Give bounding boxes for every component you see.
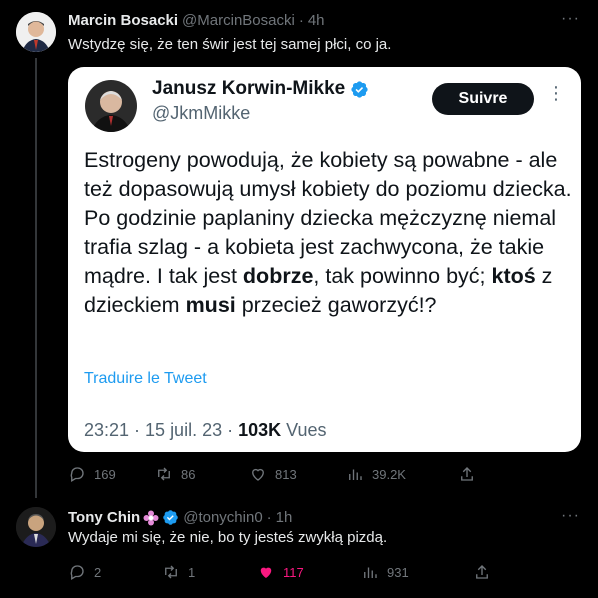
reply-button[interactable]: 2 (68, 563, 162, 581)
share-button[interactable] (473, 563, 491, 581)
quoted-text-bold: dobrze (242, 264, 314, 288)
quoted-avatar[interactable] (85, 80, 137, 132)
tweet-header: Tony Chin @tonychin0 · 1h (68, 509, 292, 526)
like-count: 813 (275, 466, 297, 482)
retweet-count: 1 (188, 564, 196, 580)
more-options-icon[interactable]: ··· (561, 10, 580, 28)
retweet-count: 86 (181, 466, 196, 482)
quoted-text-bold: ktoś (491, 264, 536, 288)
quoted-author-row: Janusz Korwin-Mikke (152, 78, 369, 100)
heart-icon (252, 468, 264, 481)
tweet-tony[interactable]: Tony Chin @tonychin0 · 1h ··· Wydaje mi … (0, 495, 598, 598)
quoted-views-label: Vues (281, 420, 327, 440)
tweet-actions: 2 1 117 931 (68, 563, 498, 581)
views-button[interactable]: 931 (361, 563, 473, 581)
retweet-icon (158, 467, 170, 481)
avatar-image (16, 12, 56, 52)
views-count: 39.2K (372, 466, 406, 482)
quoted-tweet-text: Estrogeny powodują, że kobiety są powabn… (84, 146, 574, 320)
quoted-meta: 23:21 · 15 juil. 23 · 103K Vues (84, 420, 327, 441)
like-count: 117 (283, 564, 304, 580)
share-icon (476, 565, 488, 579)
reply-count: 2 (94, 564, 102, 580)
author-handle[interactable]: @tonychin0 (183, 509, 262, 526)
reply-icon (70, 565, 84, 580)
verified-badge-icon (351, 80, 368, 98)
quoted-avatar-image (85, 80, 137, 132)
retweet-button[interactable]: 1 (162, 563, 257, 581)
author-handle[interactable]: @MarcinBosacki (182, 12, 295, 29)
like-button[interactable]: 117 (257, 563, 361, 581)
tweet-actions: 169 86 813 39.2K (68, 465, 498, 483)
tweet-header: Marcin Bosacki @MarcinBosacki · 4h (68, 12, 325, 29)
like-button[interactable]: 813 (249, 465, 346, 483)
retweet-button[interactable]: 86 (155, 465, 249, 483)
more-options-icon[interactable]: ··· (561, 507, 580, 525)
quoted-text-part: przecież gaworzyć!? (235, 293, 437, 317)
translate-link[interactable]: Traduire le Tweet (84, 370, 207, 388)
avatar-image (16, 507, 56, 547)
separator-dot: · (298, 12, 304, 29)
share-icon (461, 467, 473, 481)
views-icon (349, 469, 362, 480)
quoted-views-count: 103K (238, 420, 282, 440)
quoted-text-part: , tak powinno być; (313, 264, 492, 288)
quoted-text-bold: musi (185, 293, 236, 317)
views-count: 931 (387, 564, 409, 580)
verified-badge-icon (163, 510, 178, 525)
avatar[interactable] (16, 507, 56, 547)
quoted-author-name[interactable]: Janusz Korwin-Mikke (152, 78, 345, 100)
quoted-author-handle[interactable]: @JkmMikke (152, 103, 250, 124)
follow-button[interactable]: Suivre (432, 83, 534, 115)
thread-line (35, 58, 37, 498)
share-button[interactable] (458, 465, 476, 483)
timestamp[interactable]: 1h (276, 509, 293, 526)
retweet-icon (165, 565, 177, 579)
quoted-timestamp[interactable]: 23:21 · 15 juil. 23 · (84, 420, 238, 440)
author-name[interactable]: Marcin Bosacki (68, 12, 178, 29)
author-name[interactable]: Tony Chin (68, 509, 140, 526)
timestamp[interactable]: 4h (308, 12, 325, 29)
views-icon (364, 567, 377, 578)
reply-button[interactable]: 169 (68, 465, 155, 483)
heart-icon (260, 567, 272, 578)
separator-dot: · (266, 509, 272, 526)
reply-icon (70, 467, 84, 482)
flower-emoji-icon (143, 510, 159, 526)
quoted-tweet-card[interactable]: Janusz Korwin-Mikke @JkmMikke Suivre ⋮ E… (68, 67, 581, 452)
tweet-text: Wydaje mi się, że nie, bo ty jesteś zwyk… (68, 529, 388, 546)
avatar[interactable] (16, 12, 56, 52)
tweet-text: Wstydzę się, że ten świr jest tej samej … (68, 36, 392, 53)
views-button[interactable]: 39.2K (346, 465, 458, 483)
tweet-marcin[interactable]: Marcin Bosacki @MarcinBosacki · 4h ··· W… (0, 0, 598, 498)
reply-count: 169 (94, 466, 116, 482)
quoted-more-icon[interactable]: ⋮ (547, 83, 565, 104)
